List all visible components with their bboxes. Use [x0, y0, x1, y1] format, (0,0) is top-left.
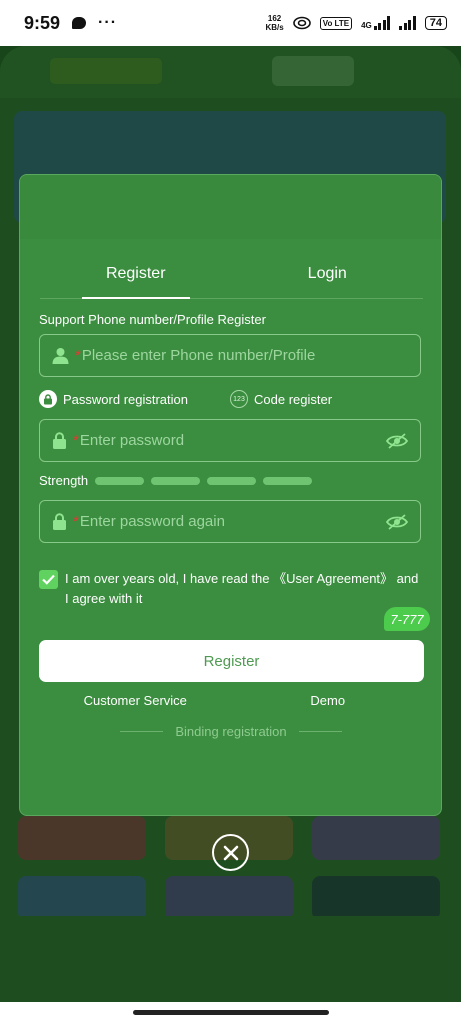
hotspot-icon: [292, 16, 311, 30]
modal-header: [20, 175, 441, 239]
lock-icon: [53, 513, 66, 530]
more-notifications-icon: ···: [98, 14, 118, 31]
network-speed-value: 162: [267, 14, 282, 23]
signal-icon-2: [399, 16, 416, 30]
demo-link[interactable]: Demo: [232, 693, 425, 708]
required-mark: *: [73, 513, 79, 530]
network-type: 4G: [361, 21, 372, 30]
agreement-text[interactable]: I am over years old, I have read the 《Us…: [65, 569, 424, 609]
status-bar: 9:59 ··· 162 KB/s Vo LTE 4G 74: [0, 0, 461, 46]
network-speed-unit: KB/s: [265, 23, 284, 32]
status-time: 9:59: [24, 12, 61, 33]
strength-bar: [95, 476, 145, 485]
eye-off-icon[interactable]: [386, 513, 408, 530]
close-modal-button[interactable]: [212, 834, 249, 871]
agreement-checkbox[interactable]: [39, 570, 58, 589]
required-mark: *: [73, 432, 79, 449]
password-again-placeholder: Enter password again: [79, 513, 225, 530]
tab-register[interactable]: Register: [40, 259, 232, 299]
tab-login[interactable]: Login: [232, 259, 424, 298]
required-mark: *: [75, 347, 81, 364]
user-icon: [52, 348, 69, 364]
promo-chip[interactable]: 7-777: [384, 607, 430, 631]
signal-icon: [373, 16, 391, 30]
chat-notification-icon: [72, 17, 87, 29]
strength-bar: [263, 476, 313, 485]
register-button[interactable]: Register: [39, 640, 424, 682]
divider-line: [120, 731, 164, 732]
password-input[interactable]: * Enter password: [39, 419, 421, 462]
footer-links: Customer Service Demo: [39, 693, 424, 708]
password-strength: Strength: [39, 473, 313, 488]
register-mode-options: Password registration 123 Code register: [39, 388, 421, 410]
close-icon: [223, 845, 238, 860]
register-modal: Register Login Support Phone number/Prof…: [19, 174, 442, 816]
lock-icon: [44, 393, 52, 404]
customer-service-link[interactable]: Customer Service: [39, 693, 232, 708]
binding-label[interactable]: Binding registration: [163, 724, 298, 739]
password-again-input[interactable]: * Enter password again: [39, 500, 421, 543]
password-mode-radio[interactable]: [39, 390, 57, 408]
strength-bar: [207, 476, 257, 485]
binding-registration: Binding registration: [120, 724, 343, 739]
network-speed: 162 KB/s: [265, 14, 283, 32]
strength-label: Strength: [39, 473, 89, 488]
strength-bar: [151, 476, 201, 485]
code-mode-label[interactable]: Code register: [254, 392, 332, 407]
agreement-row: I am over years old, I have read the 《Us…: [39, 569, 424, 609]
auth-tabs: Register Login: [40, 259, 423, 299]
signal-4g: 4G: [361, 16, 391, 30]
battery-icon: 74: [424, 16, 447, 30]
phone-placeholder: Please enter Phone number/Profile: [81, 347, 316, 364]
password-mode-label[interactable]: Password registration: [63, 392, 188, 407]
volte-icon: Vo LTE: [319, 16, 353, 30]
code-mode-radio[interactable]: 123: [230, 390, 248, 408]
divider-line: [298, 731, 343, 732]
eye-off-icon[interactable]: [386, 432, 408, 449]
phone-input[interactable]: * Please enter Phone number/Profile: [39, 334, 421, 377]
lock-icon: [53, 432, 66, 449]
status-icons: 162 KB/s Vo LTE 4G 74: [265, 14, 447, 32]
phone-field-label: Support Phone number/Profile Register: [39, 312, 266, 327]
home-indicator[interactable]: [133, 1010, 329, 1015]
check-icon: [42, 574, 55, 585]
password-placeholder: Enter password: [79, 432, 185, 449]
